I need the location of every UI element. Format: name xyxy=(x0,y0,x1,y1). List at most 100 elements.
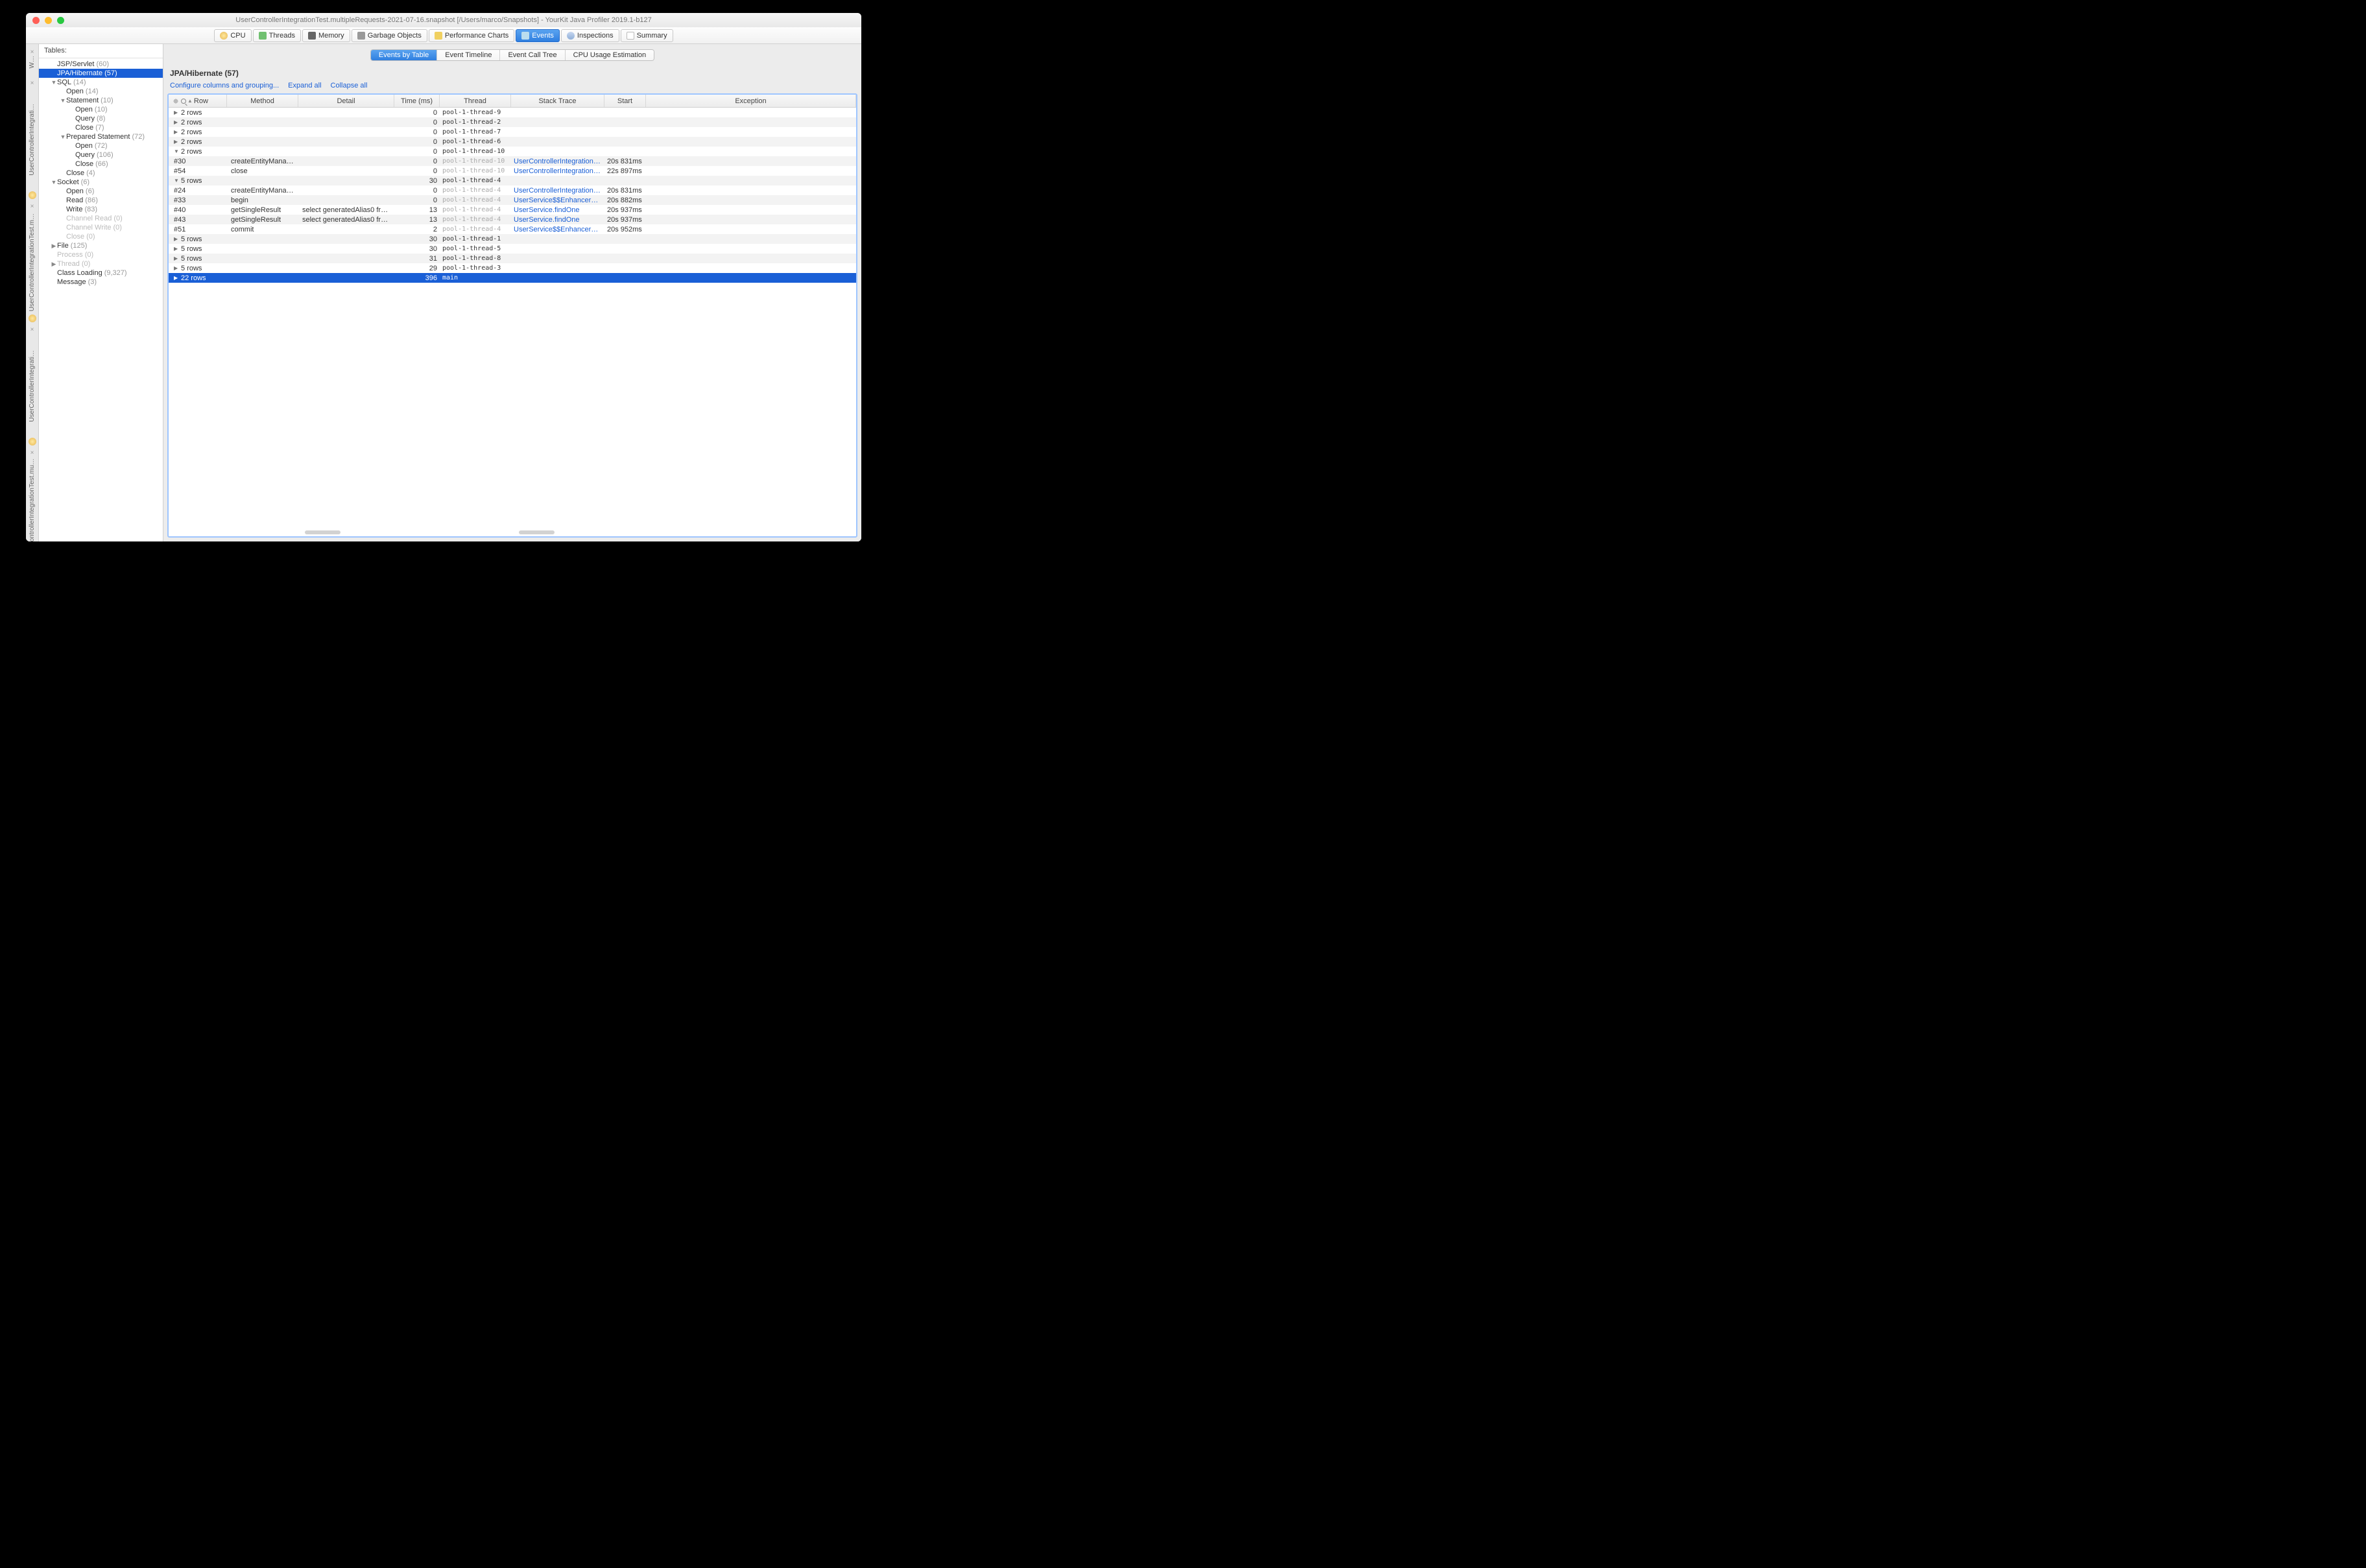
expand-all-link[interactable]: Expand all xyxy=(288,82,321,89)
subtab-events-by-table[interactable]: Events by Table xyxy=(371,50,437,60)
tree-node-sql-close[interactable]: Close(4) xyxy=(39,169,163,178)
tree-node-classloading[interactable]: Class Loading(9,327) xyxy=(39,268,163,278)
tab-summary[interactable]: Summary xyxy=(621,29,673,42)
col-stack[interactable]: Stack Trace xyxy=(511,95,604,107)
side-tab-1[interactable]: ×UserControllerIntegrati… xyxy=(26,78,38,201)
expand-icon[interactable]: ▶ xyxy=(174,255,180,261)
tree-node-file[interactable]: ▶File(125) xyxy=(39,241,163,250)
cell-stack[interactable]: UserControllerIntegrationTest xyxy=(511,158,604,165)
tree-node-message[interactable]: Message(3) xyxy=(39,278,163,287)
table-row[interactable]: #33begin0pool-1-thread-4UserService$$Enh… xyxy=(169,195,856,205)
table-row[interactable]: ▶5 rows31pool-1-thread-8 xyxy=(169,254,856,263)
expand-icon[interactable]: ▶ xyxy=(174,129,180,135)
zoom-icon[interactable] xyxy=(57,17,64,24)
expand-icon[interactable]: ▶ xyxy=(174,236,180,242)
close-icon[interactable]: × xyxy=(30,203,34,210)
tree-node-thread[interactable]: ▶Thread(0) xyxy=(39,259,163,268)
subtab-event-call-tree[interactable]: Event Call Tree xyxy=(500,50,565,60)
tab-garbage[interactable]: Garbage Objects xyxy=(352,29,427,42)
expand-icon[interactable]: ▼ xyxy=(174,178,180,184)
tree-node-stmt-close[interactable]: Close(7) xyxy=(39,123,163,132)
table-row[interactable]: ▶2 rows0pool-1-thread-9 xyxy=(169,108,856,117)
col-method[interactable]: Method xyxy=(227,95,298,107)
tab-memory[interactable]: Memory xyxy=(302,29,350,42)
tree-node-sql-prep[interactable]: ▼Prepared Statement(72) xyxy=(39,132,163,141)
tree-node-sock-chwrite[interactable]: Channel Write(0) xyxy=(39,223,163,232)
tree-node-jpa[interactable]: JPA/Hibernate(57) xyxy=(39,69,163,78)
tree-node-sock-open[interactable]: Open(6) xyxy=(39,187,163,196)
col-detail[interactable]: Detail xyxy=(298,95,394,107)
close-icon[interactable]: × xyxy=(30,326,34,333)
table-row[interactable]: #30createEntityManager0pool-1-thread-10U… xyxy=(169,156,856,166)
table-row[interactable]: #54close0pool-1-thread-10UserControllerI… xyxy=(169,166,856,176)
side-tab-3[interactable]: ×UserControllerIntegrati… xyxy=(26,324,38,447)
expand-icon[interactable]: ▶ xyxy=(174,265,180,271)
table-row[interactable]: ▶2 rows0pool-1-thread-7 xyxy=(169,127,856,137)
cell-stack[interactable]: UserService$$EnhancerBySprin xyxy=(511,196,604,204)
table-row[interactable]: ▼5 rows30pool-1-thread-4 xyxy=(169,176,856,185)
tab-cpu[interactable]: CPU xyxy=(214,29,251,42)
side-tab-welcome[interactable]: ×W… xyxy=(26,47,38,78)
close-icon[interactable]: × xyxy=(30,449,34,457)
tree-node-sql[interactable]: ▼SQL(14) xyxy=(39,78,163,87)
table-body[interactable]: ▶2 rows0pool-1-thread-9▶2 rows0pool-1-th… xyxy=(169,108,856,536)
expand-icon[interactable]: ▶ xyxy=(174,139,180,145)
cell-stack[interactable]: UserService.findOne xyxy=(511,206,604,214)
col-row[interactable]: ▲ Row xyxy=(169,95,227,107)
col-time[interactable]: Time (ms) xyxy=(394,95,440,107)
tree-node-sql-stmt[interactable]: ▼Statement(10) xyxy=(39,96,163,105)
h-scrollbar-thumb[interactable] xyxy=(305,530,341,534)
collapse-all-link[interactable]: Collapse all xyxy=(331,82,368,89)
tab-perf[interactable]: Performance Charts xyxy=(429,29,514,42)
tree-node-sql-open[interactable]: Open(14) xyxy=(39,87,163,96)
tables-tree[interactable]: JSP/Servlet(60)JPA/Hibernate(57)▼SQL(14)… xyxy=(39,58,163,541)
tab-threads[interactable]: Threads xyxy=(253,29,301,42)
table-row[interactable]: ▶22 rows396main xyxy=(169,273,856,283)
tree-node-sock-chread[interactable]: Channel Read(0) xyxy=(39,214,163,223)
cell-stack[interactable]: UserControllerIntegrationTest xyxy=(511,187,604,195)
tree-node-prep-open[interactable]: Open(72) xyxy=(39,141,163,150)
close-icon[interactable]: × xyxy=(30,80,34,87)
tree-node-sock-write[interactable]: Write(83) xyxy=(39,205,163,214)
subtab-cpu-usage[interactable]: CPU Usage Estimation xyxy=(566,50,654,60)
tree-node-prep-query[interactable]: Query(106) xyxy=(39,150,163,160)
side-tab-4[interactable]: ×UserControllerIntegrationTest.mu… xyxy=(26,447,38,541)
table-row[interactable]: ▶2 rows0pool-1-thread-6 xyxy=(169,137,856,147)
expand-icon[interactable]: ▶ xyxy=(174,119,180,125)
table-row[interactable]: #24createEntityManager0pool-1-thread-4Us… xyxy=(169,185,856,195)
search-icon[interactable] xyxy=(181,99,186,104)
tree-node-jsp[interactable]: JSP/Servlet(60) xyxy=(39,60,163,69)
table-row[interactable]: ▶5 rows30pool-1-thread-1 xyxy=(169,234,856,244)
tree-node-stmt-open[interactable]: Open(10) xyxy=(39,105,163,114)
table-row[interactable]: ▶5 rows30pool-1-thread-5 xyxy=(169,244,856,254)
table-row[interactable]: #40getSingleResultselect generatedAlias0… xyxy=(169,205,856,215)
tree-node-process[interactable]: Process(0) xyxy=(39,250,163,259)
col-exception[interactable]: Exception xyxy=(646,95,856,107)
tab-inspections[interactable]: Inspections xyxy=(561,29,619,42)
expand-icon[interactable]: ▶ xyxy=(174,246,180,252)
table-row[interactable]: ▶5 rows29pool-1-thread-3 xyxy=(169,263,856,273)
h-scrollbar-thumb[interactable] xyxy=(519,530,555,534)
col-thread[interactable]: Thread xyxy=(440,95,511,107)
expand-icon[interactable]: ▶ xyxy=(174,275,180,281)
cell-stack[interactable]: UserControllerIntegrationTest xyxy=(511,167,604,175)
gear-icon[interactable] xyxy=(172,97,180,105)
tree-node-sock-read[interactable]: Read(86) xyxy=(39,196,163,205)
tab-events[interactable]: Events xyxy=(516,29,560,42)
close-icon[interactable]: × xyxy=(30,49,34,56)
minimize-icon[interactable] xyxy=(45,17,52,24)
configure-columns-link[interactable]: Configure columns and grouping... xyxy=(170,82,279,89)
cell-stack[interactable]: UserService$$EnhancerBySprin xyxy=(511,226,604,233)
tree-node-sock-close[interactable]: Close(0) xyxy=(39,232,163,241)
expand-icon[interactable]: ▼ xyxy=(174,148,180,154)
table-row[interactable]: ▶2 rows0pool-1-thread-2 xyxy=(169,117,856,127)
side-tab-2[interactable]: ×UserControllerIntegrationTest.m… xyxy=(26,201,38,324)
table-row[interactable]: #43getSingleResultselect generatedAlias0… xyxy=(169,215,856,224)
table-row[interactable]: ▼2 rows0pool-1-thread-10 xyxy=(169,147,856,156)
cell-stack[interactable]: UserService.findOne xyxy=(511,216,604,224)
col-start[interactable]: Start xyxy=(604,95,646,107)
tree-node-prep-close[interactable]: Close(66) xyxy=(39,160,163,169)
table-row[interactable]: #51commit2pool-1-thread-4UserService$$En… xyxy=(169,224,856,234)
tree-node-stmt-query[interactable]: Query(8) xyxy=(39,114,163,123)
subtab-event-timeline[interactable]: Event Timeline xyxy=(437,50,500,60)
